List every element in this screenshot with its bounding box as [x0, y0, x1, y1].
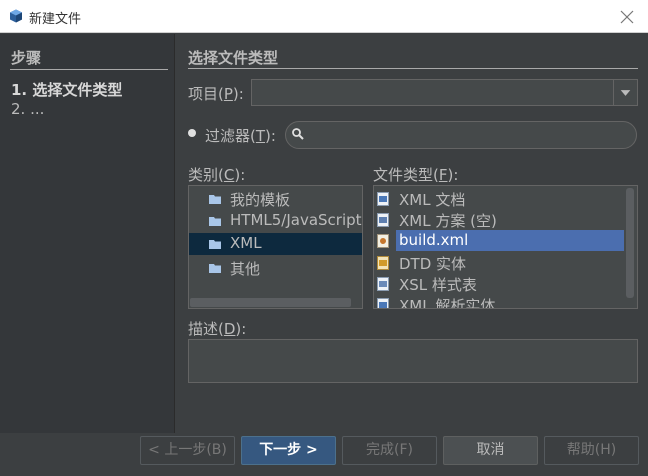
description-area: [188, 339, 638, 383]
netbeans-cube-icon: [10, 9, 22, 23]
next-button[interactable]: 下一步 >: [241, 436, 336, 465]
xsl-icon: [377, 277, 389, 291]
finish-button[interactable]: 完成(F): [342, 436, 437, 465]
folder-icon: [209, 240, 221, 249]
step-next: 2. ...: [11, 100, 45, 118]
list-item[interactable]: 其他: [189, 257, 362, 279]
steps-heading: 步骤: [11, 49, 42, 67]
list-item[interactable]: XML 方案 (空): [374, 209, 626, 230]
list-item[interactable]: XML 解析实体: [374, 294, 626, 308]
dtd-icon: [377, 256, 389, 270]
list-item[interactable]: 我的模板: [189, 188, 362, 210]
divider: [188, 68, 638, 69]
description-label: 描述(D):: [188, 320, 247, 338]
folder-icon: [209, 195, 221, 204]
list-item[interactable]: XML 文档: [374, 188, 626, 209]
list-item-selected[interactable]: build.xml: [374, 230, 626, 251]
file-types-label: 文件类型(F):: [373, 166, 459, 184]
back-button[interactable]: < 上一步(B): [140, 436, 235, 465]
divider: [10, 69, 168, 70]
xml-entity-icon: [377, 298, 389, 308]
search-icon: [292, 128, 304, 140]
folder-icon: [209, 217, 221, 226]
window-title: 新建文件: [29, 12, 82, 27]
page-title: 选择文件类型: [188, 49, 279, 67]
file-types-list[interactable]: XML 文档 XML 方案 (空) build.xml DTD 实体 XSL 样…: [373, 185, 638, 309]
steps-panel: 步骤 1. 选择文件类型 2. ...: [0, 34, 175, 433]
xml-schema-icon: [377, 213, 389, 227]
chevron-down-icon[interactable]: [613, 80, 637, 105]
filter-input[interactable]: [285, 121, 637, 149]
step-current: 1. 选择文件类型: [11, 81, 123, 99]
vertical-scrollbar[interactable]: [626, 188, 634, 298]
categories-label: 类别(C):: [188, 166, 246, 184]
project-combobox[interactable]: [251, 79, 638, 106]
list-item[interactable]: DTD 实体: [374, 252, 626, 273]
xml-document-icon: [377, 192, 389, 206]
categories-list[interactable]: 我的模板 HTML5/JavaScript XML 其他: [188, 185, 363, 309]
title-bar: 新建文件: [0, 0, 648, 33]
folder-icon: [209, 264, 221, 273]
ant-build-icon: [377, 234, 389, 248]
close-icon[interactable]: [614, 4, 640, 30]
horizontal-scrollbar[interactable]: [190, 298, 351, 307]
cancel-button[interactable]: 取消: [443, 436, 538, 465]
help-button[interactable]: 帮助(H): [544, 436, 639, 465]
list-item[interactable]: HTML5/JavaScript: [189, 210, 362, 232]
list-item[interactable]: XSL 样式表: [374, 273, 626, 294]
filter-label: 过滤器(T):: [205, 127, 276, 145]
project-label: 项目(P):: [188, 85, 244, 103]
filter-radio[interactable]: [188, 129, 196, 137]
list-item-selected[interactable]: XML: [189, 233, 362, 255]
